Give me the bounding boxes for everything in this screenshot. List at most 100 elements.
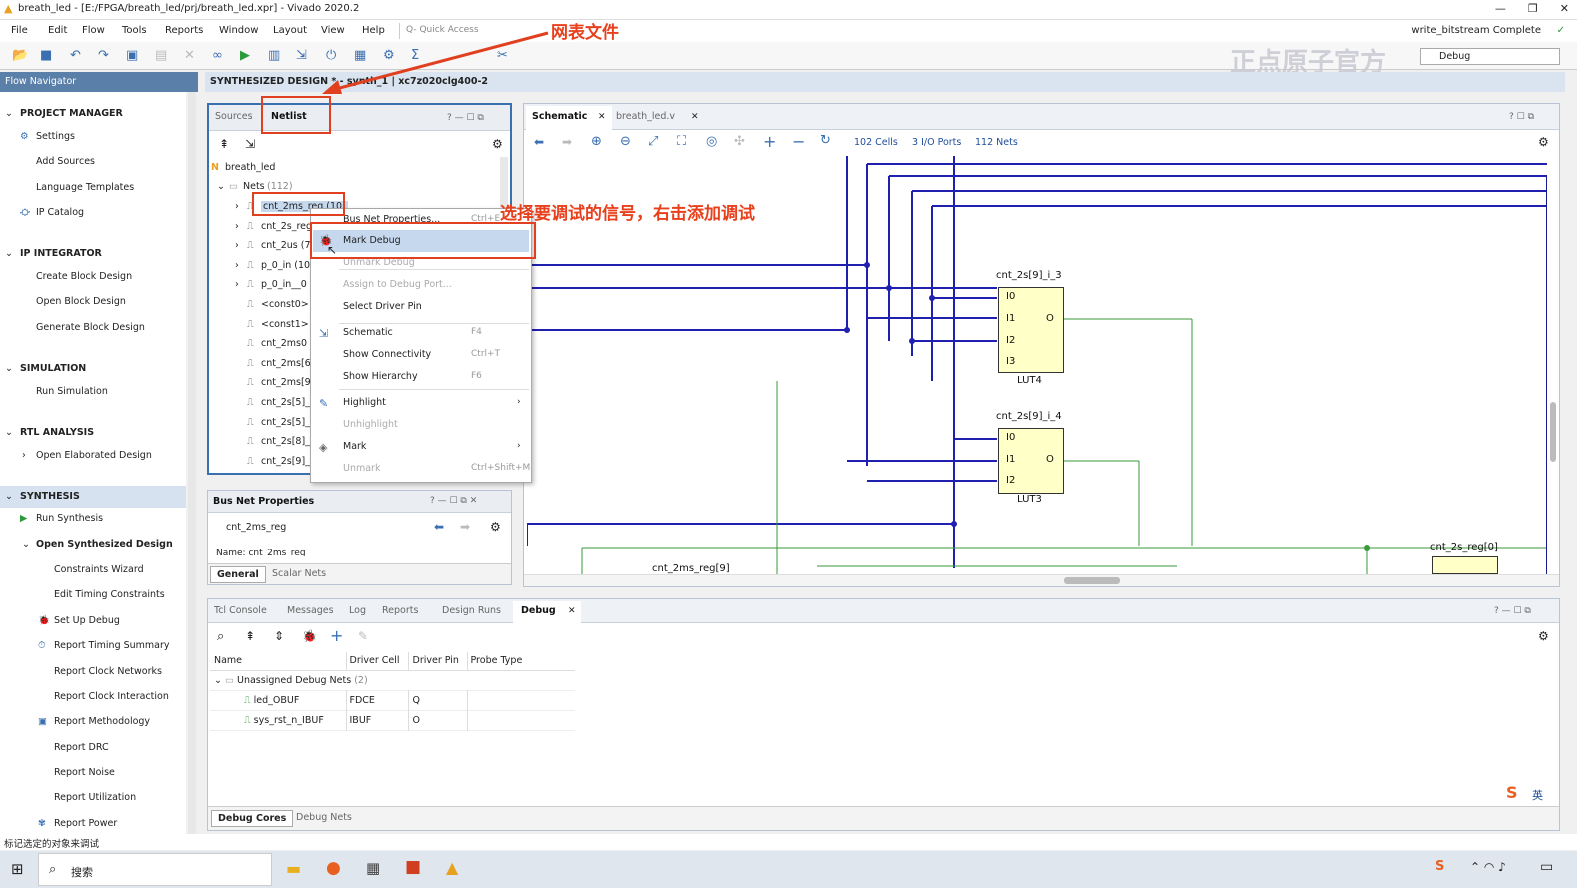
menu-file[interactable]: File <box>11 25 28 36</box>
flow-nav-edit-timing-constraints[interactable]: Edit Timing Constraints <box>54 589 165 600</box>
tray-icons[interactable]: ⌃ ◠ ♪ <box>1470 860 1506 874</box>
paste-icon[interactable]: ▤ <box>155 48 167 63</box>
reg0-cell[interactable] <box>1432 556 1498 574</box>
sogou-tray-icon[interactable]: S <box>1435 859 1444 874</box>
flow-nav-report-timing-summary[interactable]: Report Timing Summary <box>54 640 170 651</box>
flow-nav-generate-block-design[interactable]: Generate Block Design <box>36 322 145 333</box>
schematic-icon[interactable]: ⇲ <box>245 137 255 151</box>
flow-nav-open-synthesized-design[interactable]: Open Synthesized Design <box>36 539 173 550</box>
props-settings-icon[interactable]: ⚙ <box>490 520 501 534</box>
close-tab-icon[interactable]: ✕ <box>598 112 606 122</box>
panel-controls-icon[interactable]: ? ☐ ⧉ <box>1509 112 1534 122</box>
remove-icon[interactable]: − <box>792 132 805 151</box>
tab-reports[interactable]: Reports <box>382 605 418 616</box>
context-menu-unmark[interactable]: Unmark <box>343 463 380 474</box>
flow-nav-create-block-design[interactable]: Create Block Design <box>36 271 132 282</box>
net-expander-icon[interactable]: › <box>235 201 239 212</box>
center-icon[interactable]: ◎ <box>706 134 717 149</box>
menu-tools[interactable]: Tools <box>122 25 147 36</box>
close-tab-icon[interactable]: ✕ <box>691 112 699 122</box>
tab-design-runs[interactable]: Design Runs <box>442 605 501 616</box>
net-expander-icon[interactable]: › <box>235 260 239 271</box>
schematic-hscroll[interactable] <box>524 574 1559 586</box>
notification-icon[interactable]: ▭ <box>1540 859 1553 875</box>
run-icon[interactable]: ▶ <box>240 48 250 63</box>
flow-nav-run-simulation[interactable]: Run Simulation <box>36 386 108 397</box>
step-icon[interactable]: ⇲ <box>296 48 307 63</box>
refresh-icon[interactable]: ↻ <box>820 133 831 148</box>
search-icon[interactable]: ⌕ <box>217 629 224 644</box>
tab-messages[interactable]: Messages <box>287 605 334 616</box>
ports-count[interactable]: 3 I/O Ports <box>912 137 961 148</box>
undo-icon[interactable]: ↶ <box>70 48 81 63</box>
panel-controls-icon[interactable]: ? — ☐ ⧉ ✕ <box>430 496 477 506</box>
file-explorer-icon[interactable]: ▬ <box>286 859 301 878</box>
menu-layout[interactable]: Layout <box>273 25 307 36</box>
netlist-net-item[interactable]: cnt_2s[5]_i <box>261 417 313 428</box>
flow-nav-report-clock-networks[interactable]: Report Clock Networks <box>54 666 162 677</box>
tab-source-file[interactable]: breath_led.v <box>616 111 675 122</box>
chip-icon[interactable]: ▦ <box>366 859 380 877</box>
net-expander-icon[interactable]: › <box>235 279 239 290</box>
minimize-icon[interactable]: — <box>1495 2 1506 15</box>
flow-nav-report-noise[interactable]: Report Noise <box>54 767 115 778</box>
flow-nav-add-sources[interactable]: Add Sources <box>36 156 95 167</box>
tab-log[interactable]: Log <box>349 605 366 616</box>
schematic-settings-icon[interactable]: ⚙ <box>1538 135 1549 149</box>
net-expander-icon[interactable]: › <box>235 221 239 232</box>
tab-debug[interactable]: Debug <box>521 605 556 616</box>
netlist-net-item[interactable]: cnt_2ms[9] <box>261 377 314 388</box>
route-icon[interactable]: ✣ <box>734 134 745 149</box>
flow-nav-report-utilization[interactable]: Report Utilization <box>54 792 136 803</box>
context-menu-select-driver-pin[interactable]: Select Driver Pin <box>343 301 422 312</box>
context-menu-highlight[interactable]: Highlight <box>343 397 386 408</box>
menu-edit[interactable]: Edit <box>48 25 67 36</box>
panel-controls-icon[interactable]: ? — ☐ ⧉ <box>1494 606 1531 616</box>
section-expander-icon[interactable]: ⌄ <box>5 491 13 502</box>
expand-all-icon[interactable]: ⇕ <box>274 629 284 643</box>
ime-widget[interactable]: S 英 <box>1504 783 1552 805</box>
powerpoint-icon[interactable]: ■ <box>405 857 421 877</box>
flow-nav-report-drc[interactable]: Report DRC <box>54 742 109 753</box>
nets-count-link[interactable]: 112 Nets <box>975 137 1018 148</box>
context-menu-assign-to-debug-port[interactable]: Assign to Debug Port... <box>343 279 452 290</box>
subsection-expander-icon[interactable]: ⌄ <box>22 539 30 550</box>
flow-nav-open-block-design[interactable]: Open Block Design <box>36 296 126 307</box>
table-row[interactable]: ⎍ led_OBUF FDCE Q <box>210 690 575 710</box>
forward-icon[interactable]: ➡ <box>562 135 572 149</box>
restore-icon[interactable]: ❐ <box>1528 2 1538 15</box>
tab-schematic[interactable]: Schematic <box>532 111 587 122</box>
schematic-vscroll[interactable] <box>1548 156 1558 574</box>
tab-debug-nets[interactable]: Debug Nets <box>296 812 352 823</box>
group-expander-icon[interactable]: ⌄ <box>214 675 222 686</box>
flow-nav-constraints-wizard[interactable]: Constraints Wizard <box>54 564 144 575</box>
netlist-net-item[interactable]: cnt_2us (7 <box>261 240 311 251</box>
collapse-all-icon[interactable]: ⇞ <box>245 629 255 643</box>
nets-expander-icon[interactable]: ⌄ <box>217 181 225 192</box>
netlist-net-item[interactable]: <const1> <box>261 319 309 330</box>
taskbar-search[interactable]: ⌕ 搜索 <box>38 853 272 886</box>
netlist-net-item[interactable]: cnt_2ms[6] <box>261 358 314 369</box>
zoom-in-icon[interactable]: ⊕ <box>591 134 602 149</box>
menu-reports[interactable]: Reports <box>165 25 203 36</box>
flow-nav-language-templates[interactable]: Language Templates <box>36 182 134 193</box>
section-expander-icon[interactable]: ⌄ <box>5 248 13 259</box>
close-icon[interactable]: ✕ <box>1560 2 1569 15</box>
netlist-root[interactable]: breath_led <box>225 162 275 173</box>
netlist-net-item[interactable]: p_0_in__0 <box>261 279 307 290</box>
windows-start-icon[interactable]: ⊞ <box>11 860 24 878</box>
context-menu-mark[interactable]: Mark <box>343 441 366 452</box>
flow-nav-set-up-debug[interactable]: Set Up Debug <box>54 615 120 626</box>
fit-icon[interactable]: ⤢ <box>648 134 658 149</box>
flow-navigator-scrollbar[interactable] <box>188 92 196 834</box>
open-icon[interactable]: 📂 <box>12 48 28 63</box>
autoconnect-icon[interactable]: ∞ <box>212 48 223 63</box>
debug-bug-icon[interactable]: 🐞 <box>302 629 317 643</box>
context-menu-show-connectivity[interactable]: Show Connectivity <box>343 349 431 360</box>
netlist-net-item[interactable]: cnt_2ms0 <box>261 338 307 349</box>
firefox-icon[interactable]: ● <box>326 858 341 878</box>
layout-dropdown[interactable]: Debug <box>1420 48 1560 65</box>
tab-scalar-nets[interactable]: Scalar Nets <box>272 568 326 579</box>
menu-window[interactable]: Window <box>219 25 258 36</box>
net-expander-icon[interactable]: › <box>235 240 239 251</box>
